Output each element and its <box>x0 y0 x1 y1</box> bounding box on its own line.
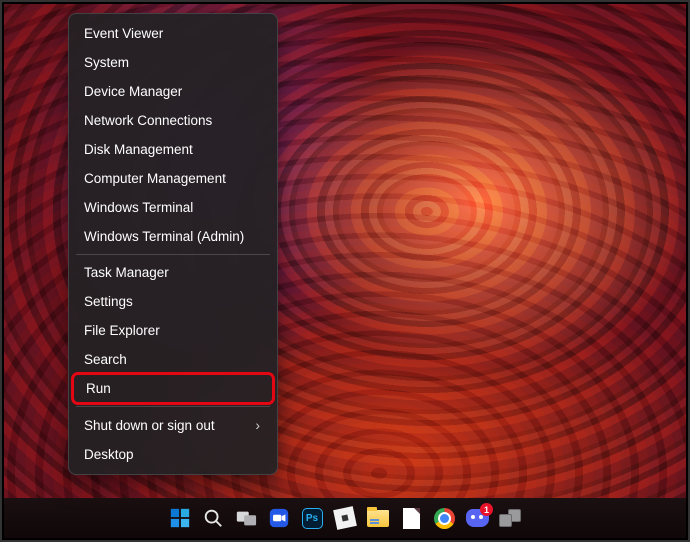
menu-item-device-manager[interactable]: Device Manager <box>74 77 272 106</box>
menu-item-shut-down-or-sign-out[interactable]: Shut down or sign out › <box>74 410 272 440</box>
menu-separator <box>76 254 270 255</box>
notification-badge: 1 <box>480 503 493 516</box>
menu-item-file-explorer[interactable]: File Explorer <box>74 316 272 345</box>
start-icon[interactable] <box>168 506 192 530</box>
menu-item-disk-management[interactable]: Disk Management <box>74 135 272 164</box>
video-app-icon[interactable] <box>267 506 291 530</box>
menu-item-network-connections[interactable]: Network Connections <box>74 106 272 135</box>
winx-context-menu: Event Viewer System Device Manager Netwo… <box>68 13 278 475</box>
chrome-icon[interactable] <box>432 506 456 530</box>
menu-item-system[interactable]: System <box>74 48 272 77</box>
menu-item-windows-terminal-admin[interactable]: Windows Terminal (Admin) <box>74 222 272 251</box>
menu-item-event-viewer[interactable]: Event Viewer <box>74 19 272 48</box>
menu-item-task-manager[interactable]: Task Manager <box>74 258 272 287</box>
menu-item-search[interactable]: Search <box>74 345 272 374</box>
blank-document-icon[interactable] <box>399 506 423 530</box>
search-icon[interactable] <box>201 506 225 530</box>
menu-separator <box>76 406 270 407</box>
task-view-icon[interactable] <box>234 506 258 530</box>
multitask-icon[interactable] <box>498 506 522 530</box>
discord-icon[interactable]: 1 <box>465 506 489 530</box>
chevron-right-icon: › <box>255 417 260 433</box>
menu-item-desktop[interactable]: Desktop <box>74 440 272 469</box>
menu-item-windows-terminal[interactable]: Windows Terminal <box>74 193 272 222</box>
menu-item-run[interactable]: Run <box>71 372 275 405</box>
menu-item-computer-management[interactable]: Computer Management <box>74 164 272 193</box>
taskbar: Ps 1 <box>4 498 686 538</box>
menu-item-settings[interactable]: Settings <box>74 287 272 316</box>
photoshop-icon[interactable]: Ps <box>300 506 324 530</box>
file-explorer-icon[interactable] <box>366 506 390 530</box>
roblox-icon[interactable] <box>333 506 357 530</box>
